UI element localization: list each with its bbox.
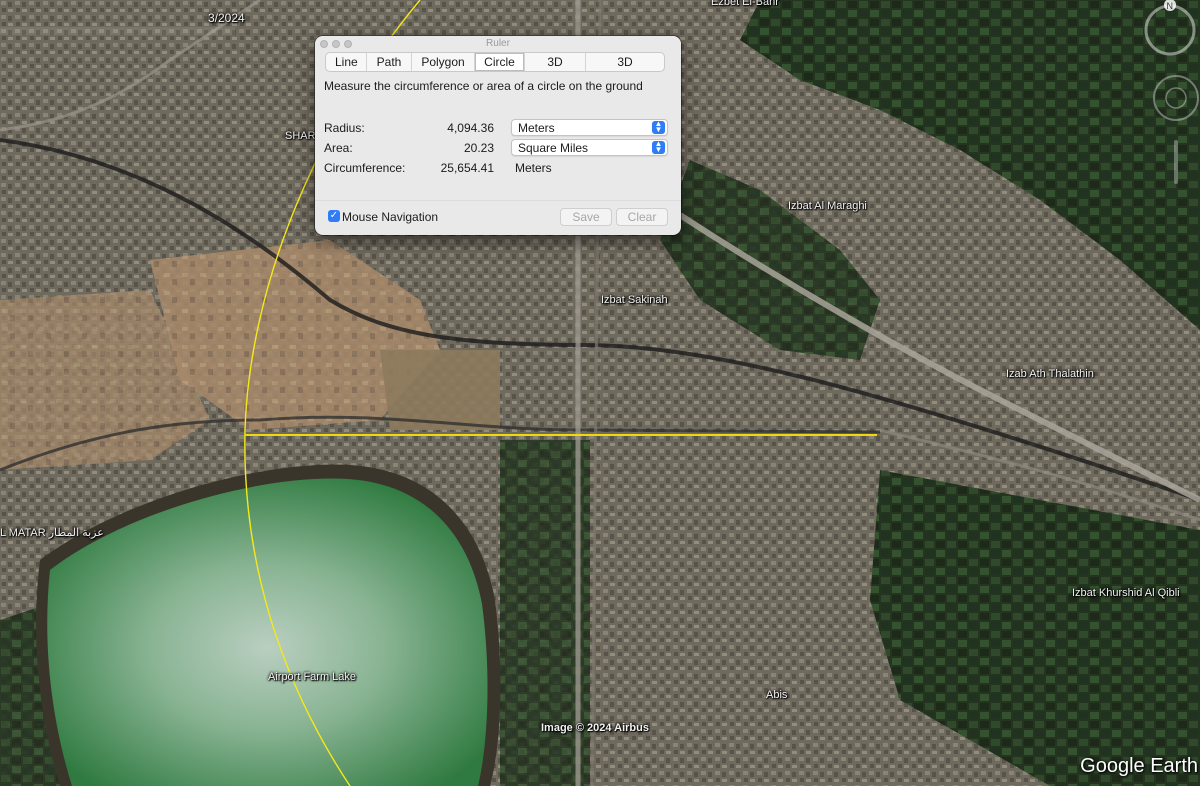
radius-row: Radius: 4,094.36 Meters ▲ ▼ [324,119,669,137]
compass-icon[interactable]: N [1132,0,1200,190]
circumference-unit: Meters [515,161,552,175]
place-label-izab-ath-thalathin: Izab Ath Thalathin [1006,368,1094,380]
navigation-controls[interactable]: N [1132,0,1200,190]
save-button[interactable]: Save [560,208,612,226]
tab-3d-path[interactable]: 3D path [525,53,586,71]
imagery-attribution: Image © 2024 Airbus [541,722,649,734]
tab-path[interactable]: Path [367,53,412,71]
mouse-navigation-label[interactable]: Mouse Navigation [342,210,438,224]
ruler-tabs: Line Path Polygon Circle 3D path 3D poly… [325,52,665,72]
place-label-ezbet-el-bahr: Ezbet El-Bahr [711,0,779,8]
area-unit-select[interactable]: Square Miles ▲ ▼ [511,139,668,156]
chevron-updown-icon: ▲ ▼ [652,140,665,154]
compass-north-letter: N [1167,1,1174,11]
chevron-updown-icon: ▲ ▼ [652,120,665,134]
google-earth-logo: Google Earth [1080,755,1198,777]
map-date-label: 3/2024 [208,11,245,25]
area-value: 20.23 [463,141,494,155]
radius-unit-value: Meters [518,121,555,135]
area-row: Area: 20.23 Square Miles ▲ ▼ [324,139,669,157]
place-label-izbat-al-maraghi: Izbat Al Maraghi [788,200,867,212]
tab-polygon[interactable]: Polygon [412,53,475,71]
ruler-divider [315,200,681,201]
radius-label: Radius: [324,121,365,135]
place-label-abis: Abis [766,689,788,701]
radius-value: 4,094.36 [447,121,494,135]
place-label-airport-farm-lake: Airport Farm Lake [268,671,357,683]
place-label-al-matar: L MATAR عزبة المطار [0,527,104,539]
clear-button[interactable]: Clear [616,208,668,226]
ruler-description: Measure the circumference or area of a c… [324,79,643,93]
ruler-titlebar[interactable]: Ruler [315,36,681,52]
circumference-value: 25,654.41 [440,161,494,175]
area-label: Area: [324,141,353,155]
ruler-dialog: Ruler Line Path Polygon Circle 3D path 3… [315,36,681,235]
tab-line[interactable]: Line [326,53,367,71]
place-label-izbat-khurshid: Izbat Khurshid Al Qibli [1072,587,1180,599]
tab-3d-polygon[interactable]: 3D polygon [586,53,664,71]
tab-circle[interactable]: Circle [475,53,525,71]
area-unit-value: Square Miles [518,141,589,155]
circumference-row: Circumference: 25,654.41 Meters [324,159,669,177]
ruler-title: Ruler [486,38,510,49]
place-label-shar: SHAR [285,130,316,142]
place-label-izbat-sakinah: Izbat Sakinah [601,294,668,306]
mouse-navigation-checkbox[interactable]: ✓ [328,210,340,222]
circumference-label: Circumference: [324,161,406,175]
radius-unit-select[interactable]: Meters ▲ ▼ [511,119,668,136]
